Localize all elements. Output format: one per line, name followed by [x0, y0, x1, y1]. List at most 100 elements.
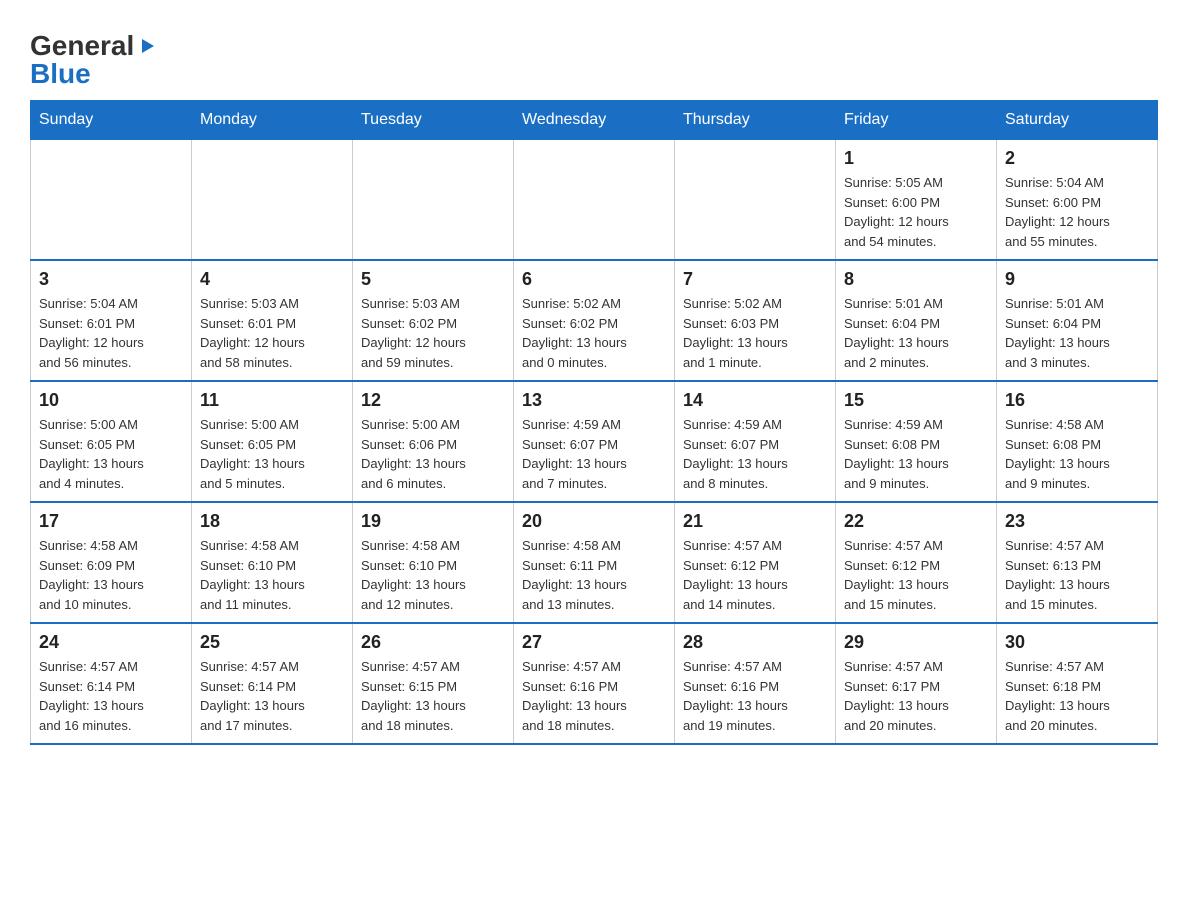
day-info: Sunrise: 5:01 AMSunset: 6:04 PMDaylight:…	[844, 294, 988, 372]
day-info: Sunrise: 4:58 AMSunset: 6:10 PMDaylight:…	[200, 536, 344, 614]
calendar-cell: 10 Sunrise: 5:00 AMSunset: 6:05 PMDayligh…	[31, 381, 192, 502]
calendar-week-row: 17Sunrise: 4:58 AMSunset: 6:09 PMDayligh…	[31, 502, 1158, 623]
day-number: 24	[39, 632, 183, 653]
calendar-week-row: 24 Sunrise: 4:57 AMSunset: 6:14 PMDayligh…	[31, 623, 1158, 744]
calendar-cell: 9Sunrise: 5:01 AMSunset: 6:04 PMDaylight…	[997, 260, 1158, 381]
day-info: Sunrise: 5:04 AMSunset: 6:01 PMDaylight:…	[39, 294, 183, 372]
calendar-week-row: 10 Sunrise: 5:00 AMSunset: 6:05 PMDayligh…	[31, 381, 1158, 502]
calendar-cell	[514, 140, 675, 261]
day-info: Sunrise: 4:57 AMSunset: 6:14 PMDaylight:…	[39, 657, 183, 735]
day-info: Sunrise: 4:59 AMSunset: 6:08 PMDaylight:…	[844, 415, 988, 493]
calendar-cell: 24 Sunrise: 4:57 AMSunset: 6:14 PMDayligh…	[31, 623, 192, 744]
day-number: 21	[683, 511, 827, 532]
calendar-cell: 16 Sunrise: 4:58 AMSunset: 6:08 PMDayligh…	[997, 381, 1158, 502]
calendar-cell: 23 Sunrise: 4:57 AMSunset: 6:13 PMDayligh…	[997, 502, 1158, 623]
day-info: Sunrise: 5:02 AMSunset: 6:02 PMDaylight:…	[522, 294, 666, 372]
day-number: 27	[522, 632, 666, 653]
day-info: Sunrise: 4:57 AMSunset: 6:14 PMDaylight:…	[200, 657, 344, 735]
calendar-cell: 29 Sunrise: 4:57 AMSunset: 6:17 PMDayligh…	[836, 623, 997, 744]
day-number: 12	[361, 390, 505, 411]
day-info: Sunrise: 4:57 AMSunset: 6:12 PMDaylight:…	[844, 536, 988, 614]
logo-blue-text: Blue	[30, 58, 91, 90]
day-number: 7	[683, 269, 827, 290]
day-info: Sunrise: 5:03 AMSunset: 6:02 PMDaylight:…	[361, 294, 505, 372]
weekday-header-thursday: Thursday	[675, 101, 836, 140]
calendar-cell: 7 Sunrise: 5:02 AMSunset: 6:03 PMDaylight…	[675, 260, 836, 381]
day-info: Sunrise: 4:59 AMSunset: 6:07 PMDaylight:…	[683, 415, 827, 493]
calendar-cell: 27 Sunrise: 4:57 AMSunset: 6:16 PMDayligh…	[514, 623, 675, 744]
weekday-header-tuesday: Tuesday	[353, 101, 514, 140]
calendar-cell: 5 Sunrise: 5:03 AMSunset: 6:02 PMDaylight…	[353, 260, 514, 381]
day-info: Sunrise: 5:03 AMSunset: 6:01 PMDaylight:…	[200, 294, 344, 372]
calendar-cell: 14 Sunrise: 4:59 AMSunset: 6:07 PMDayligh…	[675, 381, 836, 502]
calendar-cell: 20 Sunrise: 4:58 AMSunset: 6:11 PMDayligh…	[514, 502, 675, 623]
day-info: Sunrise: 4:58 AMSunset: 6:10 PMDaylight:…	[361, 536, 505, 614]
day-number: 19	[361, 511, 505, 532]
calendar-cell: 21 Sunrise: 4:57 AMSunset: 6:12 PMDayligh…	[675, 502, 836, 623]
calendar-cell: 26 Sunrise: 4:57 AMSunset: 6:15 PMDayligh…	[353, 623, 514, 744]
calendar-cell	[353, 140, 514, 261]
day-number: 25	[200, 632, 344, 653]
calendar-cell: 4Sunrise: 5:03 AMSunset: 6:01 PMDaylight…	[192, 260, 353, 381]
day-number: 1	[844, 148, 988, 169]
calendar-cell: 19 Sunrise: 4:58 AMSunset: 6:10 PMDayligh…	[353, 502, 514, 623]
day-number: 14	[683, 390, 827, 411]
day-info: Sunrise: 4:58 AMSunset: 6:11 PMDaylight:…	[522, 536, 666, 614]
calendar-cell: 18 Sunrise: 4:58 AMSunset: 6:10 PMDayligh…	[192, 502, 353, 623]
logo-arrow-icon	[138, 37, 156, 60]
day-number: 18	[200, 511, 344, 532]
day-info: Sunrise: 4:58 AMSunset: 6:08 PMDaylight:…	[1005, 415, 1149, 493]
calendar-cell: 6 Sunrise: 5:02 AMSunset: 6:02 PMDaylight…	[514, 260, 675, 381]
day-info: Sunrise: 4:57 AMSunset: 6:15 PMDaylight:…	[361, 657, 505, 735]
day-number: 23	[1005, 511, 1149, 532]
weekday-header-saturday: Saturday	[997, 101, 1158, 140]
day-info: Sunrise: 4:57 AMSunset: 6:16 PMDaylight:…	[683, 657, 827, 735]
page-header: General Blue	[30, 30, 1158, 90]
calendar-cell	[31, 140, 192, 261]
day-info: Sunrise: 4:59 AMSunset: 6:07 PMDaylight:…	[522, 415, 666, 493]
weekday-header-row: SundayMondayTuesdayWednesdayThursdayFrid…	[31, 101, 1158, 140]
day-number: 30	[1005, 632, 1149, 653]
day-info: Sunrise: 5:02 AMSunset: 6:03 PMDaylight:…	[683, 294, 827, 372]
day-info: Sunrise: 5:01 AMSunset: 6:04 PMDaylight:…	[1005, 294, 1149, 372]
calendar-cell: 11Sunrise: 5:00 AMSunset: 6:05 PMDayligh…	[192, 381, 353, 502]
day-number: 29	[844, 632, 988, 653]
day-info: Sunrise: 4:57 AMSunset: 6:16 PMDaylight:…	[522, 657, 666, 735]
day-info: Sunrise: 4:57 AMSunset: 6:17 PMDaylight:…	[844, 657, 988, 735]
day-number: 8	[844, 269, 988, 290]
day-number: 10	[39, 390, 183, 411]
calendar-week-row: 3Sunrise: 5:04 AMSunset: 6:01 PMDaylight…	[31, 260, 1158, 381]
day-number: 6	[522, 269, 666, 290]
calendar-cell: 13 Sunrise: 4:59 AMSunset: 6:07 PMDayligh…	[514, 381, 675, 502]
day-number: 2	[1005, 148, 1149, 169]
day-number: 26	[361, 632, 505, 653]
day-info: Sunrise: 4:57 AMSunset: 6:18 PMDaylight:…	[1005, 657, 1149, 735]
day-number: 16	[1005, 390, 1149, 411]
day-number: 22	[844, 511, 988, 532]
calendar-cell: 1Sunrise: 5:05 AMSunset: 6:00 PMDaylight…	[836, 140, 997, 261]
logo: General Blue	[30, 30, 156, 90]
calendar-cell: 22 Sunrise: 4:57 AMSunset: 6:12 PMDayligh…	[836, 502, 997, 623]
day-info: Sunrise: 5:00 AMSunset: 6:05 PMDaylight:…	[200, 415, 344, 493]
day-number: 13	[522, 390, 666, 411]
calendar-cell: 25 Sunrise: 4:57 AMSunset: 6:14 PMDayligh…	[192, 623, 353, 744]
calendar-cell: 15Sunrise: 4:59 AMSunset: 6:08 PMDayligh…	[836, 381, 997, 502]
calendar-cell	[192, 140, 353, 261]
calendar-week-row: 1Sunrise: 5:05 AMSunset: 6:00 PMDaylight…	[31, 140, 1158, 261]
calendar-cell: 30 Sunrise: 4:57 AMSunset: 6:18 PMDayligh…	[997, 623, 1158, 744]
day-number: 17	[39, 511, 183, 532]
day-number: 28	[683, 632, 827, 653]
day-info: Sunrise: 4:57 AMSunset: 6:13 PMDaylight:…	[1005, 536, 1149, 614]
calendar-cell	[675, 140, 836, 261]
day-number: 20	[522, 511, 666, 532]
calendar-body: 1Sunrise: 5:05 AMSunset: 6:00 PMDaylight…	[31, 140, 1158, 745]
day-info: Sunrise: 5:00 AMSunset: 6:05 PMDaylight:…	[39, 415, 183, 493]
calendar-cell: 28 Sunrise: 4:57 AMSunset: 6:16 PMDayligh…	[675, 623, 836, 744]
day-number: 5	[361, 269, 505, 290]
day-info: Sunrise: 4:57 AMSunset: 6:12 PMDaylight:…	[683, 536, 827, 614]
weekday-header-sunday: Sunday	[31, 101, 192, 140]
weekday-header-wednesday: Wednesday	[514, 101, 675, 140]
calendar-cell: 17Sunrise: 4:58 AMSunset: 6:09 PMDayligh…	[31, 502, 192, 623]
calendar-cell: 3Sunrise: 5:04 AMSunset: 6:01 PMDaylight…	[31, 260, 192, 381]
calendar-cell: 8 Sunrise: 5:01 AMSunset: 6:04 PMDaylight…	[836, 260, 997, 381]
